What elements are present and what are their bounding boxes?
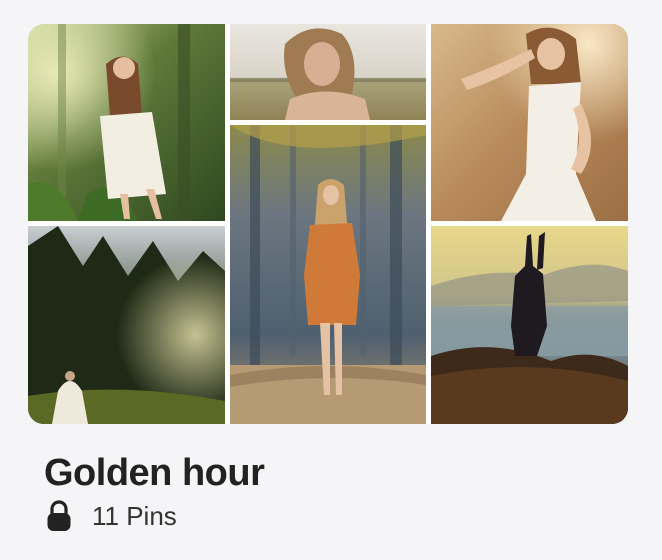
board-meta: 11 Pins [46,500,177,532]
cover-photo-1 [28,24,225,221]
board-card[interactable]: Golden hour 11 Pins [0,0,662,560]
cover-photo-3 [431,24,628,221]
lock-icon [47,500,71,531]
cover-photo-2 [230,24,426,120]
cover-photo-5 [230,125,426,424]
cover-photo-6 [431,226,628,424]
pin-count: 11 Pins [92,501,177,531]
cover-photo-4 [28,226,225,424]
board-cover-collage[interactable] [28,24,628,424]
board-title[interactable]: Golden hour [44,450,265,496]
